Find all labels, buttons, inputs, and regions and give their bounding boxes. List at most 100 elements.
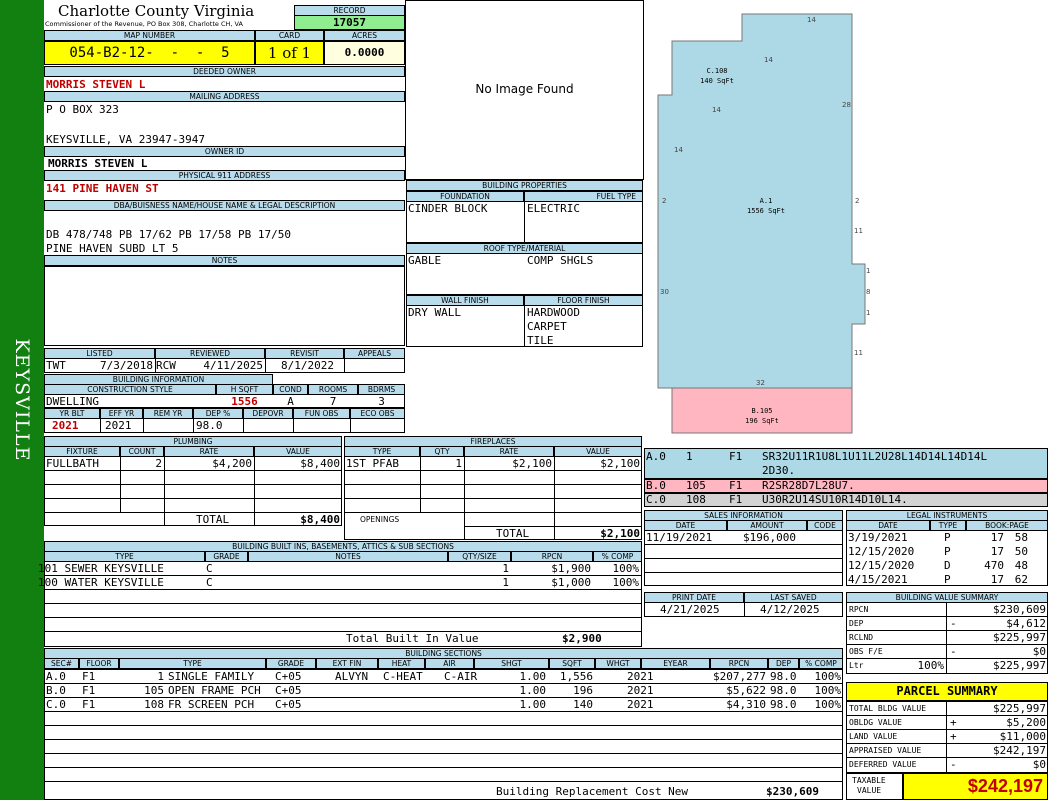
- vs-obs: $0: [1032, 645, 1046, 658]
- section-row-3-sqft: 140: [573, 698, 593, 711]
- builtin-2-qty: 1: [502, 576, 509, 589]
- deeded-owner-label: DEEDED OWNER: [44, 66, 405, 77]
- sketch-code-a-path: SR32U11R1U8L1U11L2U28L14D14L14D14L: [762, 450, 988, 463]
- legal-row-2-type: P: [944, 545, 951, 558]
- section-row-1-heat: C-HEAT: [383, 670, 423, 683]
- building-sketch: C.108 140 SqFt A.1 1556 SqFt B.105 196 S…: [644, 0, 1048, 448]
- sketch-c-name: C.108: [706, 67, 727, 75]
- county-title: Charlotte County Virginia: [58, 2, 255, 20]
- fireplace-total-label: TOTAL: [496, 527, 530, 540]
- section-row-3-code: 108: [144, 698, 164, 711]
- ps-total-bldg-label: TOTAL BLDG VALUE: [849, 704, 927, 713]
- section-row-1-floor: F1: [82, 670, 96, 683]
- builtin-2-grade: C: [206, 576, 213, 589]
- plumbing-value: $8,400: [300, 457, 340, 470]
- sidebar: KEYSVILLE: [0, 0, 44, 800]
- sketch-code-a-floor: F1: [729, 450, 743, 463]
- cond-value: A: [287, 395, 294, 408]
- vs-rclnd-label: RCLND: [849, 633, 874, 642]
- builtin-1-comp: 100%: [612, 562, 640, 575]
- section-row-3-comp: 100%: [814, 698, 842, 711]
- acres-value: 0.0000: [324, 41, 405, 65]
- section-header-air: AIR: [425, 658, 474, 669]
- section-header-ext-fin: EXT FIN: [316, 658, 378, 669]
- section-row-1-rpcn: $207,277: [713, 670, 766, 683]
- print-date: 4/21/2025: [660, 603, 720, 616]
- section-row-1-sec: A.0: [46, 670, 66, 683]
- hsqft-value: 1556: [231, 395, 258, 408]
- section-row-3-shgt: 1.00: [519, 698, 547, 711]
- mailing-address-label: MAILING ADDRESS: [44, 91, 405, 102]
- legal-row-3-page: 48: [1014, 559, 1028, 572]
- section-header-sec: SEC#: [44, 658, 79, 669]
- wall-value: DRY WALL: [408, 306, 461, 319]
- sketch-c-area: 140 SqFt: [700, 77, 734, 85]
- mailing-line-2: KEYSVILLE, VA 23947-3947: [46, 133, 205, 146]
- vs-dep-label: DEP: [849, 619, 864, 628]
- section-header-dep: DEP: [768, 658, 799, 669]
- section-row-1-type: SINGLE FAMILY: [168, 670, 255, 683]
- builtin-1-rpcn: $1,900: [551, 562, 591, 575]
- vs-rpcn: $230,609: [993, 603, 1046, 616]
- sidebar-label: KEYSVILLE: [11, 338, 33, 462]
- acres-label: ACRES: [324, 30, 405, 41]
- plumbing-total: $8,400: [300, 513, 340, 526]
- section-header-comp: % COMP: [799, 658, 843, 669]
- builtins-total-label: Total Built In Value: [346, 632, 479, 645]
- legal-row-3-date: 12/15/2020: [848, 559, 915, 572]
- section-header-whgt: WHGT: [595, 658, 641, 669]
- sketch-b-area: 196 SqFt: [745, 417, 779, 425]
- bdrms-value: 3: [378, 395, 385, 408]
- section-row-2-sec: B.0: [46, 684, 66, 697]
- owner-id: MORRIS STEVEN L: [48, 157, 148, 170]
- legal-row-2-page: 50: [1014, 545, 1028, 558]
- sketch-code-a-sec: A.0: [646, 450, 666, 463]
- sketch-code-a-path2: 2D30.: [762, 464, 796, 477]
- builtin-1-grade: C: [206, 562, 213, 575]
- floor-value-2: CARPET: [527, 320, 567, 333]
- map-number-value: 054-B2-12- - - 5: [44, 41, 255, 65]
- section-header-eyear: EYEAR: [641, 658, 710, 669]
- fireplace-qty: 1: [455, 457, 462, 470]
- sketch-dim-right-8: 8: [866, 288, 870, 296]
- plumbing-total-label: TOTAL: [196, 513, 230, 526]
- ps-land-label: LAND VALUE: [849, 732, 898, 741]
- vs-ltr: $225,997: [993, 659, 1046, 672]
- fuel-value: ELECTRIC: [527, 202, 580, 215]
- section-row-3-dep: 98.0: [770, 698, 797, 711]
- legal-row-4-book: 17: [990, 573, 1004, 586]
- ps-deferred: $0: [1032, 758, 1046, 771]
- sketch-dim-bottom: 32: [756, 379, 765, 387]
- sale-date: 11/19/2021: [646, 531, 713, 544]
- sketch-code-c-path: U30R2U14SU10R14D10L14.: [762, 493, 908, 506]
- section-header-heat: HEAT: [378, 658, 425, 669]
- fireplace-type: 1ST PFAB: [346, 457, 399, 470]
- builtin-2-type: 100 WATER KEYSVILLE: [38, 576, 164, 589]
- section-row-2-rpcn: $5,622: [726, 684, 766, 697]
- vs-dep: $4,612: [1006, 617, 1046, 630]
- sketch-a-area: 1556 SqFt: [747, 207, 785, 215]
- sketch-code-c-code: 108: [686, 493, 706, 506]
- sketch-dim-right-1a: 1: [866, 267, 870, 275]
- section-row-3-sec: C.0: [46, 698, 66, 711]
- section-row-1-code: 1: [157, 670, 164, 683]
- builtin-1-qty: 1: [502, 562, 509, 575]
- section-row-2-sqft: 196: [573, 684, 593, 697]
- vs-ltr-label: Ltr: [849, 661, 864, 670]
- section-row-3-type: FR SCREEN PCH: [168, 698, 255, 711]
- roof-type: GABLE: [408, 254, 442, 267]
- section-row-2-grade: C+05: [275, 684, 302, 697]
- builtins-total: $2,900: [562, 632, 602, 645]
- sketch-dim-c-right: 14: [764, 56, 773, 64]
- fireplace-value: $2,100: [600, 457, 640, 470]
- parcel-summary-title: PARCEL SUMMARY: [846, 682, 1048, 701]
- legal-line-2: PINE HAVEN SUBD LT 5: [46, 242, 179, 255]
- section-row-1-sqft: 1,556: [559, 670, 593, 683]
- plumbing-fixture: FULLBATH: [46, 457, 99, 470]
- section-row-3-grade: C+05: [275, 698, 302, 711]
- legal-row-4-date: 4/15/2021: [848, 573, 908, 586]
- legal-row-1-date: 3/19/2021: [848, 531, 908, 544]
- sketch-dim-right-11b: 11: [854, 349, 863, 357]
- notes-box: [44, 266, 405, 346]
- replacement-value: $230,609: [766, 785, 819, 798]
